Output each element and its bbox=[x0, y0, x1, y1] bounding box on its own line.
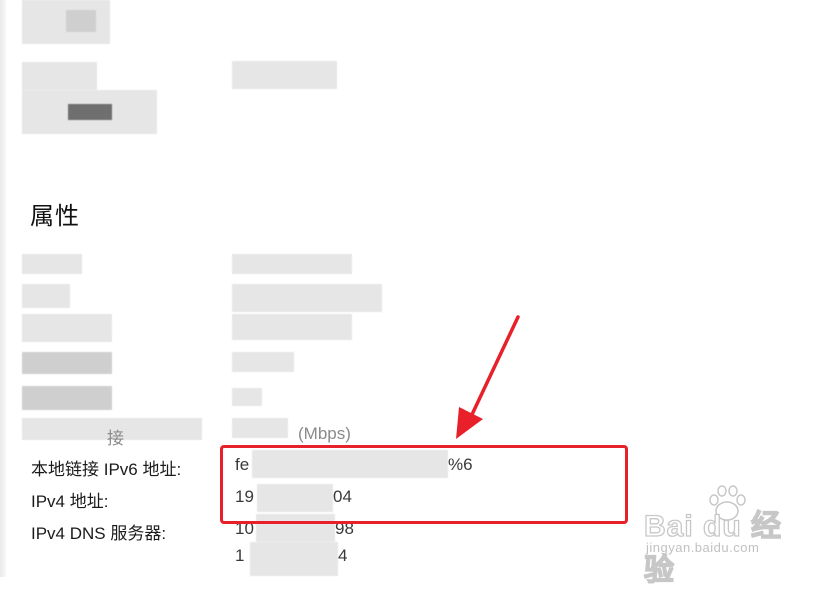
redacted-value bbox=[232, 388, 262, 406]
red-highlight-box bbox=[220, 445, 628, 524]
redacted-block bbox=[68, 104, 112, 120]
redacted-value bbox=[232, 418, 288, 438]
redacted-value bbox=[232, 284, 382, 312]
partial-label: 接 bbox=[107, 429, 124, 448]
baidu-jingyan-watermark: Bai du 经验 jingyan.baidu.com bbox=[636, 484, 806, 588]
redacted-label bbox=[22, 284, 70, 308]
partial-value: (Mbps) bbox=[298, 424, 351, 443]
redacted-label bbox=[22, 254, 82, 274]
ipv4-address-label: IPv4 地址: bbox=[31, 492, 109, 511]
window-left-edge bbox=[0, 0, 6, 577]
red-arrow-icon bbox=[456, 315, 520, 439]
redacted-value bbox=[232, 314, 352, 340]
redacted-label bbox=[22, 352, 112, 374]
redacted-value bbox=[250, 542, 338, 576]
ipv4-dns-label: IPv4 DNS 服务器: bbox=[31, 524, 167, 543]
section-title-properties: 属性 bbox=[30, 203, 80, 230]
redacted-block bbox=[22, 62, 97, 90]
watermark-url-text: jingyan.baidu.com bbox=[646, 540, 760, 555]
redacted-value bbox=[232, 254, 352, 274]
dns-2-value-end: 4 bbox=[338, 546, 348, 565]
ipv6-link-local-label: 本地链接 IPv6 地址: bbox=[31, 460, 182, 479]
dns-2-value-start: 1 bbox=[235, 546, 245, 565]
redacted-value bbox=[232, 352, 294, 372]
redacted-label bbox=[22, 386, 112, 410]
redacted-label bbox=[22, 314, 112, 342]
redacted-block bbox=[232, 61, 337, 89]
redacted-block bbox=[66, 10, 96, 32]
